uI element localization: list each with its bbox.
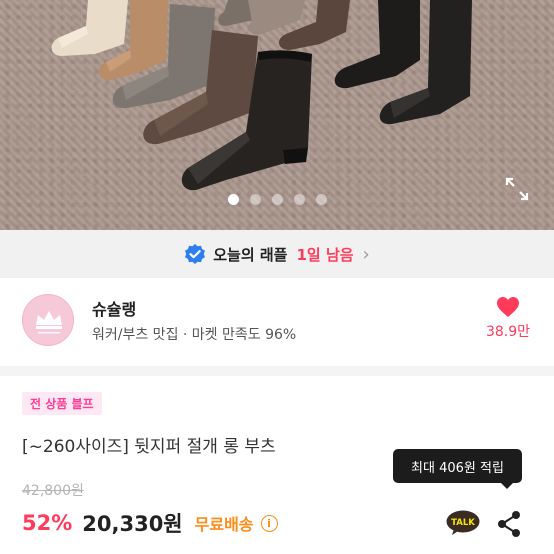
seller-name[interactable]: 슈슐랭 — [92, 296, 136, 320]
seller-section: 슈슐랭 워커/부츠 맛집 · 마켓 만족도 96% 38.9만 — [0, 278, 554, 366]
section-divider — [0, 366, 554, 376]
like-count: 38.9만 — [485, 324, 531, 340]
sale-price: 20,330원 — [82, 512, 183, 536]
carousel-dots — [0, 194, 554, 205]
promo-tag: 전 상품 블프 — [22, 392, 102, 415]
raffle-label: 오늘의 래플 — [213, 245, 288, 264]
verified-check-icon — [185, 244, 206, 264]
carousel-dot[interactable] — [271, 194, 283, 205]
discount-rate: 52% — [22, 511, 73, 535]
carousel-dot[interactable] — [293, 194, 305, 205]
info-icon[interactable]: i — [260, 514, 278, 532]
product-image-gallery[interactable] — [0, 0, 554, 230]
talk-label: TALK — [451, 518, 475, 528]
heart-icon — [497, 297, 519, 317]
product-title: [~260사이즈] 뒷지퍼 절개 롱 부츠 — [22, 437, 276, 457]
share-icon[interactable] — [496, 510, 522, 538]
original-price: 42,800원 — [22, 483, 84, 499]
raffle-remaining: 1일 남음 — [296, 245, 354, 264]
raffle-banner[interactable]: 오늘의 래플 1일 남음 › — [0, 230, 554, 278]
seller-avatar[interactable] — [22, 294, 74, 346]
like-button[interactable]: 38.9만 — [484, 296, 532, 341]
free-shipping-label: 무료배송 — [194, 515, 254, 534]
chevron-right-icon: › — [362, 243, 370, 265]
points-tooltip: 최대 406원 적립 — [393, 449, 522, 489]
crown-logo-icon — [36, 311, 62, 334]
carousel-dot[interactable] — [315, 194, 327, 205]
carousel-dot[interactable] — [227, 194, 239, 205]
seller-description: 워커/부츠 맛집 · 마켓 만족도 96% — [92, 327, 297, 343]
carousel-dot[interactable] — [249, 194, 261, 205]
price-row: 52% 20,330원 무료배송 i — [22, 508, 278, 538]
kakaotalk-button[interactable]: TALK — [446, 510, 480, 536]
